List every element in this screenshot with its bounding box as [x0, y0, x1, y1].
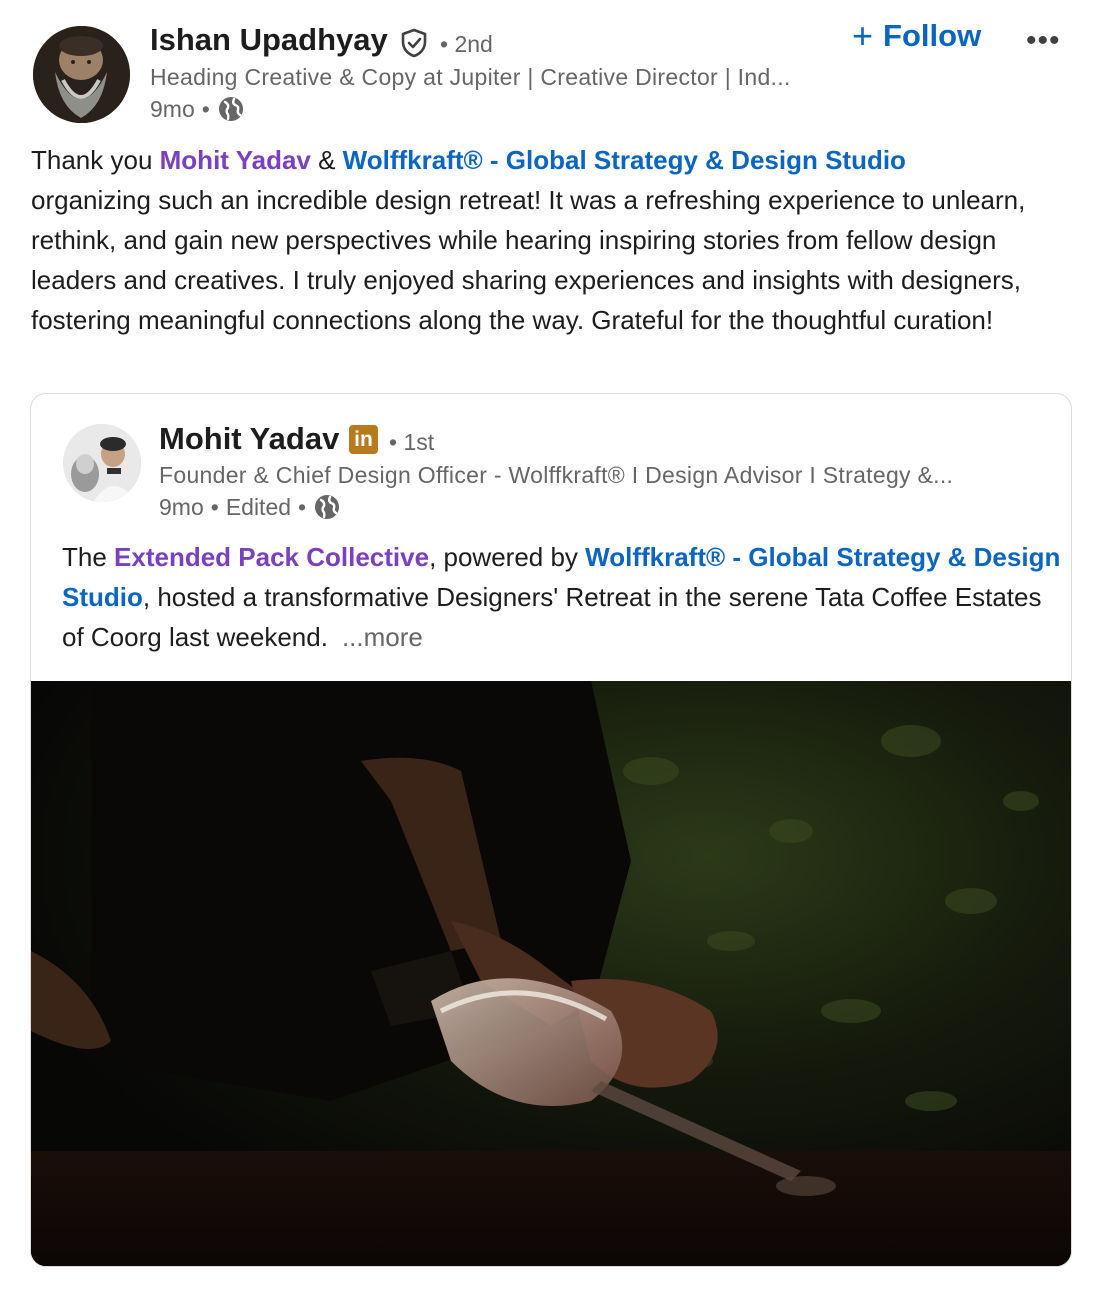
reshare-text-body: , hosted a transformative Designers' Ret…: [62, 582, 1042, 652]
post-meta: 9mo •: [150, 95, 245, 123]
edited-label: Edited: [225, 493, 292, 520]
reshare-text: The Extended Pack Collective, powered by…: [62, 537, 1062, 657]
reshare-text-lead: The: [62, 542, 115, 572]
post-text: Thank you Mohit Yadav & Wolffkraft® - Gl…: [31, 140, 1081, 340]
reshare-author-name[interactable]: Mohit Yadav: [159, 421, 339, 457]
mention-extended-pack-collective[interactable]: Extended Pack Collective: [114, 542, 429, 572]
follow-button[interactable]: + Follow: [852, 18, 981, 54]
post-text-body: organizing such an incredible design ret…: [31, 185, 1026, 335]
author-headline: Heading Creative & Copy at Jupiter | Cre…: [150, 64, 791, 90]
reshare-time: 9mo: [159, 493, 204, 520]
verified-shield-icon: [401, 28, 427, 58]
reshare-author-headline: Founder & Chief Design Officer - Wolffkr…: [159, 462, 954, 488]
post-media-image[interactable]: [31, 681, 1071, 1266]
globe-icon: [218, 97, 243, 121]
linkedin-premium-icon: in: [349, 425, 378, 454]
reshare-meta: 9mo • Edited •: [159, 493, 341, 521]
mention-mohit-yadav[interactable]: Mohit Yadav: [160, 145, 311, 175]
avatar-photo: [33, 26, 130, 123]
avatar-photo: [63, 424, 141, 502]
reshare-author-avatar[interactable]: [63, 424, 141, 502]
reshare-text-mid: , powered by: [429, 542, 586, 572]
reshare-connection-degree: • 1st: [389, 429, 435, 455]
meta-separator: •: [201, 95, 210, 122]
reshared-post-card[interactable]: Mohit Yadav in • 1st Founder & Chief Des…: [30, 393, 1072, 1267]
meta-separator: •: [298, 493, 307, 520]
post-text-lead: Thank you: [31, 145, 160, 175]
mention-wolffkraft[interactable]: Wolffkraft® - Global Strategy & Design S…: [343, 145, 906, 175]
champagne-photo: [31, 681, 1071, 1266]
author-avatar[interactable]: [33, 26, 130, 123]
connection-degree: • 2nd: [440, 31, 493, 57]
globe-icon: [315, 495, 340, 519]
post-text-amp: &: [310, 145, 343, 175]
more-options-button[interactable]: •••: [1026, 24, 1061, 58]
see-more-link[interactable]: ...more: [342, 622, 423, 652]
plus-icon: +: [852, 15, 874, 56]
meta-separator: •: [210, 493, 219, 520]
author-name[interactable]: Ishan Upadhyay: [150, 22, 388, 58]
follow-label: Follow: [883, 18, 982, 53]
post-time: 9mo: [150, 95, 195, 122]
